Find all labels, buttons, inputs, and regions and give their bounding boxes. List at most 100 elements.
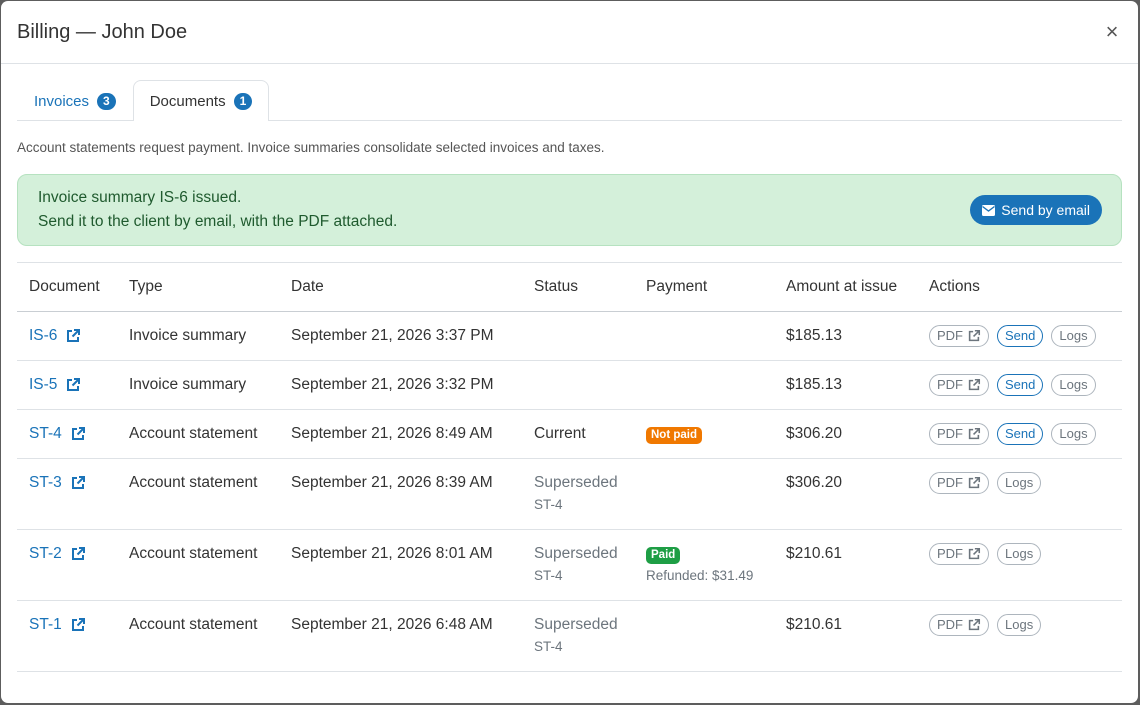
send-by-email-label: Send by email [1001, 202, 1090, 218]
table-body: IS-6 Invoice summary September 21, 2026 … [17, 311, 1122, 672]
row-actions: PDF Send Logs [929, 374, 1110, 396]
external-link-icon [967, 378, 981, 392]
document-link[interactable]: IS-5 [29, 374, 81, 396]
cell-amount: $306.20 [774, 409, 917, 459]
success-alert: Invoice summary IS-6 issued. Send it to … [17, 174, 1122, 246]
external-link-icon [70, 617, 86, 633]
document-id: ST-4 [29, 425, 62, 442]
external-link-icon [967, 476, 981, 490]
pdf-label: PDF [937, 426, 963, 441]
cell-document: IS-5 [17, 360, 117, 410]
cell-payment: Not paid [634, 409, 774, 459]
payment-badge: Not paid [646, 427, 702, 444]
count-badge: 3 [97, 93, 116, 110]
external-link-icon [967, 329, 981, 343]
cell-type: Invoice summary [117, 311, 279, 361]
status-superseded-by: ST-4 [534, 568, 563, 583]
description: Account statements request payment. Invo… [17, 140, 605, 155]
document-id: IS-5 [29, 376, 58, 393]
modal-body: Invoices 3 Documents 1 Account statement… [1, 64, 1138, 672]
status-text: Superseded [534, 616, 618, 633]
logs-button[interactable]: Logs [1051, 374, 1096, 396]
cell-actions: PDF Logs [917, 600, 1122, 672]
cell-date: September 21, 2026 8:01 AM [279, 529, 522, 601]
logs-button[interactable]: Logs [997, 614, 1042, 636]
external-link-icon [967, 427, 981, 441]
document-link[interactable]: IS-6 [29, 325, 81, 347]
send-button[interactable]: Send [997, 423, 1044, 445]
logs-button[interactable]: Logs [997, 472, 1042, 494]
external-link-icon [70, 475, 86, 491]
col-amount: Amount at issue [774, 262, 917, 312]
cell-date: September 21, 2026 3:32 PM [279, 360, 522, 410]
cell-actions: PDF Logs [917, 458, 1122, 530]
cell-document: IS-6 [17, 311, 117, 361]
col-document: Document [17, 262, 117, 312]
alert-line-1: Invoice summary IS-6 issued. [38, 189, 242, 206]
cell-payment [634, 458, 774, 530]
cell-amount: $185.13 [774, 311, 917, 361]
document-id: ST-3 [29, 474, 62, 491]
pdf-label: PDF [937, 617, 963, 632]
logs-button[interactable]: Logs [1051, 325, 1096, 347]
cell-payment [634, 600, 774, 672]
cell-type: Account statement [117, 458, 279, 530]
external-link-icon [70, 426, 86, 442]
cell-date: September 21, 2026 8:39 AM [279, 458, 522, 530]
send-button[interactable]: Send [997, 374, 1044, 396]
cell-amount: $210.61 [774, 600, 917, 672]
document-link[interactable]: ST-1 [29, 614, 86, 636]
tab-invoices[interactable]: Invoices 3 [17, 81, 133, 121]
cell-status: Superseded ST-4 [522, 458, 634, 530]
cell-payment [634, 311, 774, 361]
pdf-label: PDF [937, 377, 963, 392]
pdf-button[interactable]: PDF [929, 543, 989, 565]
send-button[interactable]: Send [997, 325, 1044, 347]
cell-payment [634, 360, 774, 410]
send-by-email-button[interactable]: Send by email [970, 195, 1102, 225]
document-link[interactable]: ST-4 [29, 423, 86, 445]
status-text: Superseded [534, 474, 618, 491]
cell-type: Invoice summary [117, 360, 279, 410]
table-row: ST-4 Account statement September 21, 202… [17, 409, 1122, 459]
tab-documents[interactable]: Documents 1 [132, 80, 270, 121]
logs-button[interactable]: Logs [997, 543, 1042, 565]
document-link[interactable]: ST-2 [29, 543, 86, 565]
pdf-label: PDF [937, 475, 963, 490]
col-payment: Payment [634, 262, 774, 312]
external-link-icon [967, 547, 981, 561]
payment-badge: Paid [646, 547, 681, 564]
cell-amount: $185.13 [774, 360, 917, 410]
status-superseded-by: ST-4 [534, 639, 563, 654]
pdf-button[interactable]: PDF [929, 614, 989, 636]
col-date: Date [279, 262, 522, 312]
tab-label: Invoices [34, 93, 90, 110]
alert-text: Invoice summary IS-6 issued. Send it to … [38, 186, 397, 234]
cell-document: ST-3 [17, 458, 117, 530]
pdf-button[interactable]: PDF [929, 423, 989, 445]
document-link[interactable]: ST-3 [29, 472, 86, 494]
pdf-button[interactable]: PDF [929, 325, 989, 347]
table-row: ST-3 Account statement September 21, 202… [17, 458, 1122, 530]
cell-actions: PDF Send Logs [917, 311, 1122, 361]
table-header-row: Document Type Date Status Payment Amount… [17, 262, 1122, 312]
cell-date: September 21, 2026 8:49 AM [279, 409, 522, 459]
cell-status: Current [522, 409, 634, 459]
external-link-icon [70, 546, 86, 562]
document-id: ST-2 [29, 545, 62, 562]
cell-status [522, 360, 634, 410]
count-badge: 1 [233, 92, 253, 110]
tabs: Invoices 3 Documents 1 [17, 80, 1122, 121]
billing-modal: Billing — John Doe × Invoices 3 Document… [1, 1, 1138, 703]
pdf-button[interactable]: PDF [929, 374, 989, 396]
status-text: Current [534, 425, 586, 442]
document-id: IS-6 [29, 327, 58, 344]
close-icon[interactable]: × [1102, 21, 1122, 43]
cell-status [522, 311, 634, 361]
row-actions: PDF Logs [929, 543, 1110, 565]
cell-actions: PDF Send Logs [917, 360, 1122, 410]
logs-button[interactable]: Logs [1051, 423, 1096, 445]
payment-note: Refunded: $31.49 [646, 568, 754, 583]
cell-status: Superseded ST-4 [522, 529, 634, 601]
pdf-button[interactable]: PDF [929, 472, 989, 494]
